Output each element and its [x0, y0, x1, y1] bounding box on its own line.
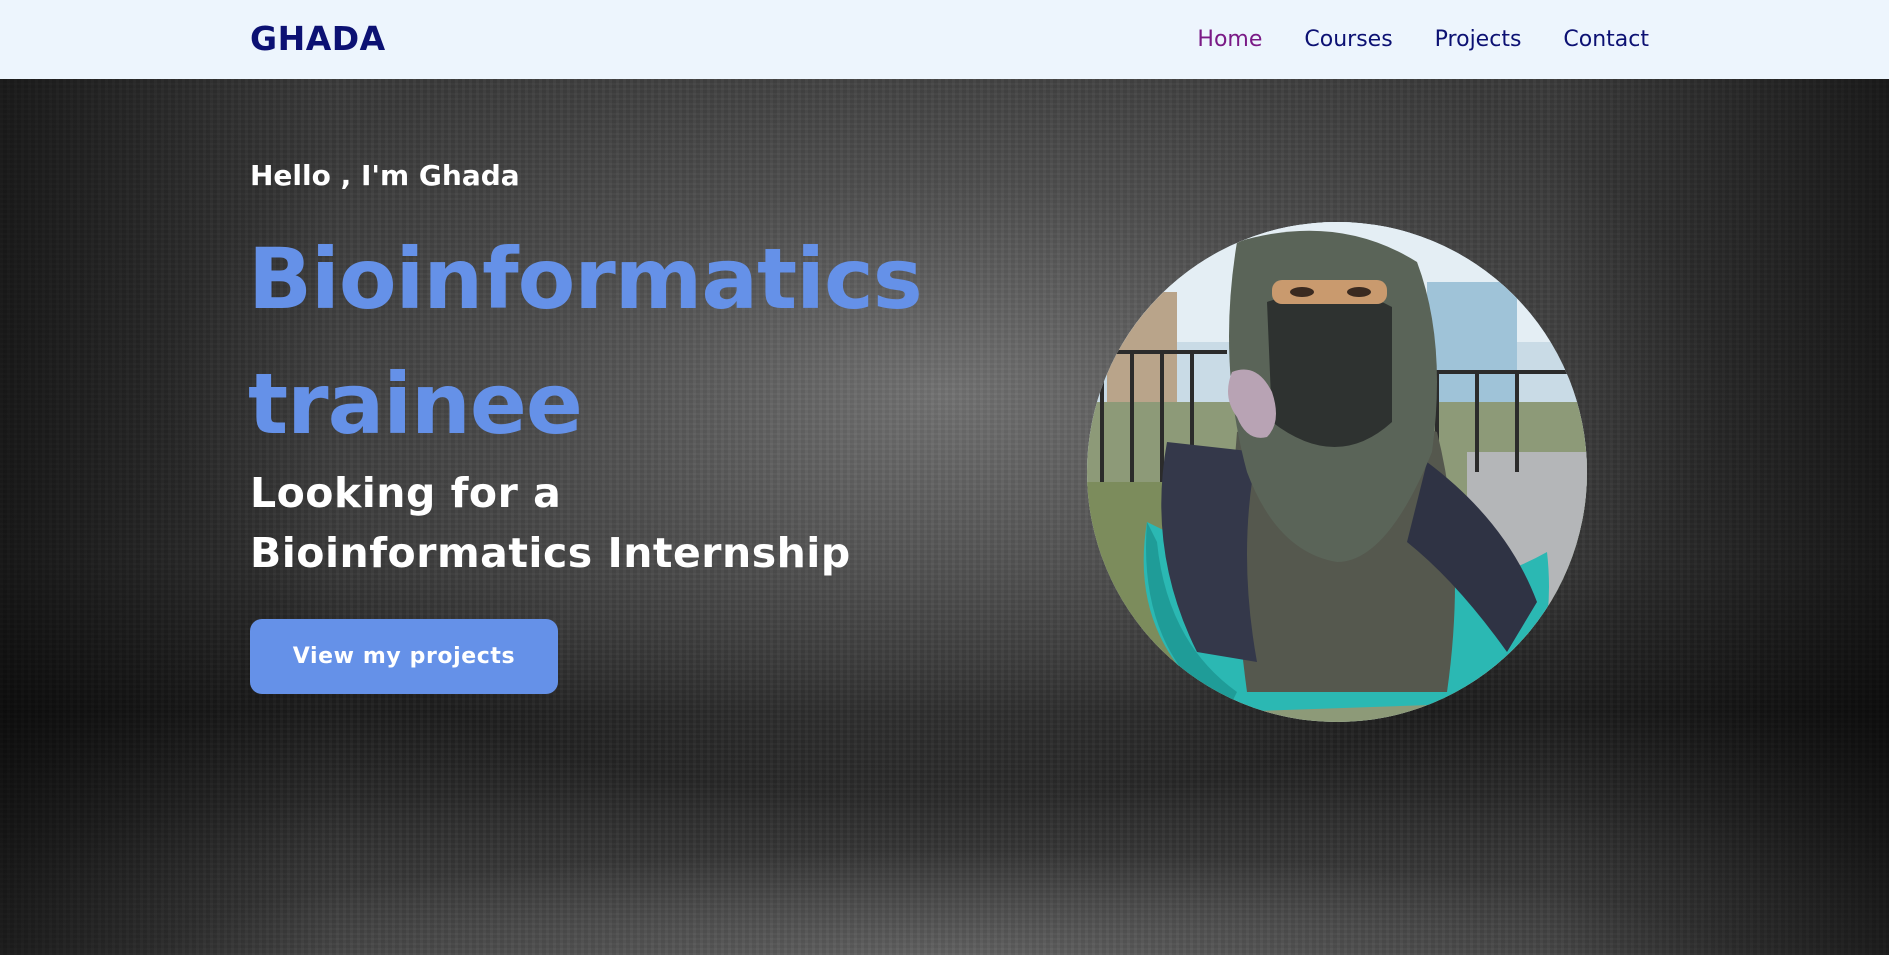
hero-greeting: Hello , I'm Ghada	[250, 159, 520, 192]
profile-photo	[1087, 222, 1587, 722]
view-projects-button[interactable]: View my projects	[250, 619, 558, 694]
main-nav: Home Courses Projects Contact	[1197, 0, 1649, 79]
nav-item-contact[interactable]: Contact	[1563, 27, 1649, 52]
brand-logo[interactable]: GHADA	[250, 18, 386, 60]
profile-photo-illustration	[1087, 222, 1587, 722]
nav-item-projects[interactable]: Projects	[1435, 27, 1522, 52]
nav-item-home[interactable]: Home	[1197, 27, 1262, 52]
nav-item-courses[interactable]: Courses	[1304, 27, 1392, 52]
hero-subheadline: Looking for a Bioinformatics Internship	[250, 469, 851, 577]
navbar: GHADA Home Courses Projects Contact	[0, 0, 1889, 79]
hero-section: Hello , I'm Ghada Bioinformatics trainee…	[0, 79, 1889, 955]
hero-headline: Bioinformatics trainee	[248, 230, 923, 453]
